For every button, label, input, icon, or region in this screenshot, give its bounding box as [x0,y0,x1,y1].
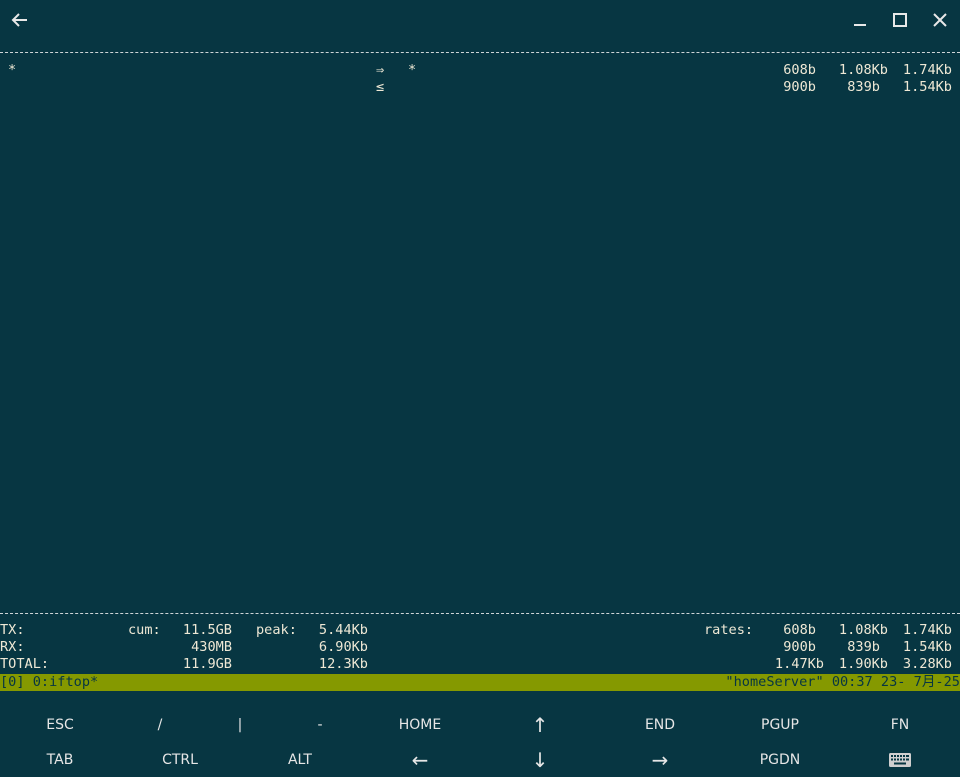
close-icon [933,13,947,27]
top-ruler [0,52,960,53]
conn-in-rate-2s: 900b [783,79,816,95]
conn-in-rate-10s: 839b [847,79,880,95]
extra-keys-bar: ESC / | - HOME ↑ END PGUP FN TAB CTRL AL… [0,707,960,777]
rx-rate-40s: 1.54Kb [902,639,952,655]
peak-label: peak: [256,622,297,638]
conn-dir-in: ≤ [376,79,385,95]
conn-out-rate-2s: 608b [783,62,816,78]
key-ctrl[interactable]: CTRL [120,742,240,777]
key-home[interactable]: HOME [360,707,480,742]
keyboard-icon [889,752,911,767]
arrow-left-icon [11,13,27,27]
total-cum: 11.9GB [182,656,232,672]
rx-label: RX: [0,639,25,655]
conn-out-rate-10s: 1.08Kb [838,62,888,78]
tx-rate-2s: 608b [783,622,816,638]
tx-rate-10s: 1.08Kb [838,622,888,638]
window-titlebar [0,0,960,40]
key-pgdn[interactable]: PGDN [720,742,840,777]
conn-dir-out: ⇒ [376,62,385,78]
rx-cum: 430MB [191,639,232,655]
tx-label: TX: [0,622,25,638]
tmux-status-bar: [0] 0:iftop* "homeServer" 00:37 23- 7月-2… [0,674,960,691]
tmux-window-list: [0] 0:iftop* [0,674,99,690]
tx-peak: 5.44Kb [318,622,368,638]
total-rate-40s: 3.28Kb [902,656,952,672]
tmux-status-right: "homeServer" 00:37 23- 7月-25 [725,674,960,690]
key-end[interactable]: END [600,707,720,742]
maximize-button[interactable] [880,0,920,40]
conn-dst-host: * [408,62,417,78]
key-alt[interactable]: ALT [240,742,360,777]
close-button[interactable] [920,0,960,40]
total-rate-10s: 1.90Kb [838,656,888,672]
rx-rate-2s: 900b [783,639,816,655]
conn-out-rate-40s: 1.74Kb [902,62,952,78]
conn-src-host: * [8,62,17,78]
total-rate-2s: 1.47Kb [774,656,824,672]
tx-rate-40s: 1.74Kb [902,622,952,638]
key-keyboard-toggle[interactable] [840,742,960,777]
tx-cum: 11.5GB [182,622,232,638]
minimize-icon [854,24,866,26]
conn-in-rate-40s: 1.54Kb [902,79,952,95]
minimize-button[interactable] [840,0,880,40]
key-fn[interactable]: FN [840,707,960,742]
key-up[interactable]: ↑ [480,707,600,742]
bottom-ruler [0,613,960,614]
rx-rate-10s: 839b [847,639,880,655]
maximize-icon [893,13,907,27]
key-pgup[interactable]: PGUP [720,707,840,742]
terminal[interactable]: * ⇒ * ≤ 608b 1.08Kb 1.74Kb 900b 839b 1.5… [0,40,960,691]
total-peak: 12.3Kb [318,656,368,672]
rates-label: rates: [704,622,754,638]
key-tab[interactable]: TAB [0,742,120,777]
rx-peak: 6.90Kb [318,639,368,655]
key-down[interactable]: ↓ [480,742,600,777]
back-button[interactable] [0,0,40,40]
cum-label: cum: [128,622,161,638]
key-right[interactable]: → [600,742,720,777]
key-left[interactable]: ← [360,742,480,777]
total-label: TOTAL: [0,656,50,672]
